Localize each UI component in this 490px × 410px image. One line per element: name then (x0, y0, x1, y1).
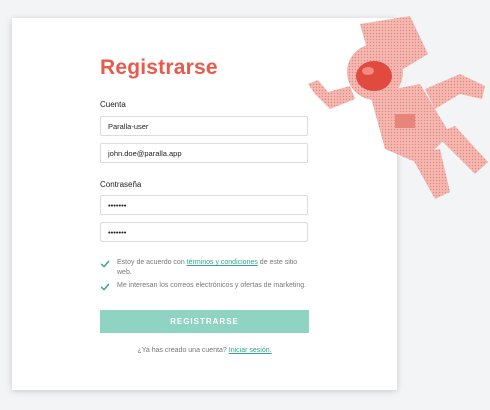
terms-text: Estoy de acuerdo con términos y condicio… (117, 259, 298, 276)
email-field[interactable] (100, 143, 308, 163)
checkmark-icon[interactable] (100, 282, 110, 292)
register-button[interactable]: REGISTRARSE (100, 310, 309, 333)
account-label: Cuenta (100, 100, 126, 109)
password-label: Contraseña (100, 180, 142, 189)
password-confirm-field[interactable] (100, 222, 308, 242)
login-prompt: ¿Ya has creado una cuenta? Iniciar sesió… (137, 347, 272, 354)
page-title: Registrarse (100, 56, 218, 79)
checkmark-icon[interactable] (100, 259, 110, 269)
login-link[interactable]: Iniciar sesión. (229, 347, 272, 354)
username-field[interactable] (100, 116, 308, 136)
password-field[interactable] (100, 195, 308, 215)
newsletter-text: Me interesan los correos electrónicos y … (117, 282, 307, 289)
astronaut-illustration (308, 16, 488, 199)
terms-link[interactable]: términos y condiciones (187, 259, 258, 266)
